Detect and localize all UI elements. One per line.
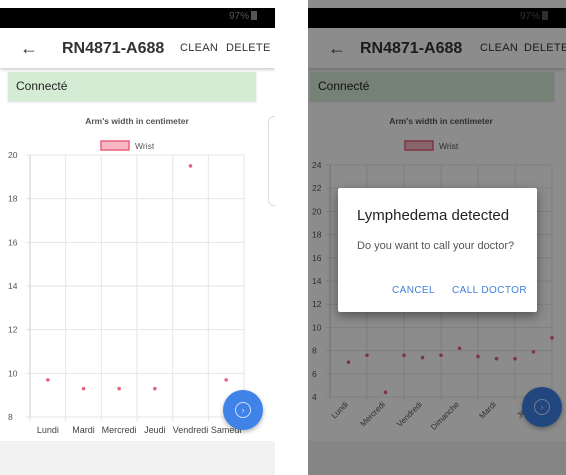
status-bar: 97% [0, 8, 275, 28]
x-tick-label: Lundi [37, 425, 59, 435]
data-point [153, 386, 157, 391]
next-fab-button[interactable]: › [223, 390, 263, 430]
battery-indicator: 97% [229, 11, 257, 22]
battery-icon [251, 11, 257, 20]
y-tick-label: 14 [8, 281, 18, 291]
data-point [81, 386, 86, 391]
chart-title: Arm's width in centimeter [85, 116, 189, 126]
page-title: RN4871-A688 [62, 40, 165, 57]
connection-banner: Connecté [8, 72, 256, 101]
x-tick-label: Vendredi [173, 425, 209, 435]
cancel-button[interactable]: CANCEL [392, 285, 435, 296]
y-tick-label: 12 [8, 325, 18, 335]
legend-label: Wrist [135, 141, 155, 151]
data-point [224, 378, 228, 382]
lymphedema-dialog: Lymphedema detected Do you want to call … [338, 188, 537, 312]
delete-button[interactable]: DELETE [226, 42, 271, 54]
dialog-title: Lymphedema detected [357, 207, 510, 224]
y-tick-label: 18 [8, 194, 18, 204]
y-tick-label: 8 [8, 412, 13, 422]
data-point [117, 386, 121, 391]
legend-swatch [100, 140, 130, 151]
phone-screen-right: 97% ← RN4871-A688 CLEAN DELETE Connecté … [308, 0, 566, 475]
x-tick-label: Mardi [72, 425, 95, 435]
data-point [188, 164, 193, 168]
call-doctor-button[interactable]: CALL DOCTOR [452, 285, 527, 296]
wrist-chart: Arm's width in centimeter Wrist 8 10 12 14 16 1… [8, 116, 245, 435]
y-tick-label: 16 [8, 237, 18, 247]
app-bar: ← RN4871-A688 CLEAN DELETE [0, 28, 275, 68]
clean-button[interactable]: CLEAN [180, 42, 218, 54]
arrow-left-icon[interactable]: ← [20, 38, 38, 59]
bottom-bar [0, 441, 275, 475]
y-tick-label: 10 [8, 368, 18, 378]
x-tick-label: Jeudi [144, 425, 166, 435]
dialog-message: Do you want to call your doctor? [357, 240, 515, 252]
chevron-right-circle-icon: › [235, 402, 251, 418]
x-tick-label: Mercredi [102, 425, 137, 435]
connection-status-text: Connecté [16, 79, 68, 93]
data-point [46, 378, 50, 382]
y-tick-label: 20 [8, 150, 18, 160]
phone-screen-left: 97% ← RN4871-A688 CLEAN DELETE Connecté … [0, 0, 275, 475]
battery-text: 97% [228, 11, 249, 22]
